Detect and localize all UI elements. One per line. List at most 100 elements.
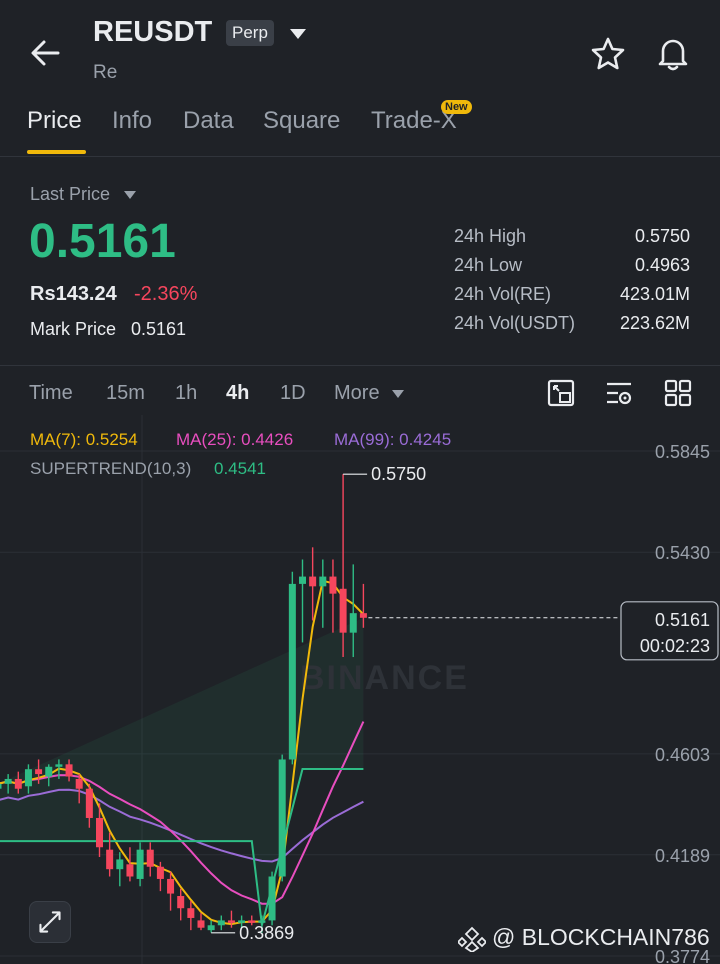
candle-body xyxy=(106,849,114,870)
candle-body xyxy=(288,583,296,760)
candle-body xyxy=(359,613,367,618)
candle-body xyxy=(177,896,185,909)
last-price-label[interactable]: Last Price xyxy=(30,184,110,205)
low-marker-label: 0.3869 xyxy=(239,923,294,943)
candle-body xyxy=(116,859,124,870)
ma25-readout[interactable]: MA(25): 0.4426 xyxy=(176,430,293,450)
candle-body xyxy=(227,920,235,923)
candlestick-chart[interactable]: 0.58450.54300.46030.41890.3774 BINANCE 0… xyxy=(0,415,720,964)
timeframe-1h[interactable]: 1h xyxy=(175,382,197,405)
timeframe-1d[interactable]: 1D xyxy=(280,382,306,405)
y-tick-label: 0.5430 xyxy=(655,543,710,563)
ma7-readout[interactable]: MA(7): 0.5254 xyxy=(30,430,138,450)
stat-value-high: 0.5750 xyxy=(634,226,690,246)
tab-price[interactable]: Price xyxy=(27,107,82,135)
candle-body xyxy=(85,788,93,818)
more-dropdown-icon[interactable] xyxy=(390,388,406,400)
tab-info[interactable]: Info xyxy=(112,107,152,135)
candle-body xyxy=(24,769,32,787)
timeframe-time[interactable]: Time xyxy=(29,382,73,405)
binance-logo-icon xyxy=(458,926,486,952)
perp-badge: Perp xyxy=(226,20,274,46)
candle xyxy=(167,871,175,911)
ma99-readout[interactable]: MA(99): 0.4245 xyxy=(334,430,451,450)
tabs-divider xyxy=(0,156,720,157)
chart-fullscreen-icon[interactable] xyxy=(546,378,576,408)
candle-body xyxy=(217,920,225,926)
candle-body xyxy=(207,925,215,931)
current-price-label: 0.5161 xyxy=(655,610,710,630)
last-price-value: 0.5161 xyxy=(29,215,176,268)
favorite-star-icon[interactable] xyxy=(590,36,626,72)
candle xyxy=(177,888,185,921)
stat-label-vol-base: 24h Vol(RE) xyxy=(454,284,552,304)
candle xyxy=(309,547,317,621)
candle-body xyxy=(136,849,144,879)
ticker-divider xyxy=(0,365,720,366)
candle-body xyxy=(126,864,134,877)
candle xyxy=(146,842,154,877)
symbol-dropdown-icon[interactable] xyxy=(288,26,308,42)
candle xyxy=(187,900,195,931)
mark-price-value: 0.5161 xyxy=(131,319,187,339)
candle xyxy=(207,920,215,933)
last-price-dropdown-icon[interactable] xyxy=(122,189,138,201)
candle-body xyxy=(0,783,2,789)
tab-data[interactable]: Data xyxy=(183,107,234,135)
candle-body xyxy=(329,576,337,594)
price-change-percent: -2.36% xyxy=(134,283,198,305)
candle-body xyxy=(309,576,317,587)
candle-body xyxy=(55,764,63,767)
candle-body xyxy=(96,817,103,848)
symbol-subtitle: Re xyxy=(93,62,118,83)
stat-value-low: 0.4963 xyxy=(634,255,690,275)
candle xyxy=(136,842,144,887)
candle xyxy=(227,910,235,928)
indicator-settings-icon[interactable] xyxy=(604,378,634,408)
local-currency-price: Rs143.24 xyxy=(30,283,117,305)
exchange-watermark: BINANCE xyxy=(300,659,469,697)
new-badge: New xyxy=(441,100,472,114)
symbol-title[interactable]: REUSDT xyxy=(93,16,212,49)
candle-body xyxy=(197,920,205,928)
timeframe-15m[interactable]: 15m xyxy=(106,382,145,405)
candle-body xyxy=(156,866,164,879)
alert-bell-icon[interactable] xyxy=(654,34,692,72)
stat-label-vol-quote: 24h Vol(USDT) xyxy=(454,313,576,333)
back-arrow-icon[interactable] xyxy=(28,36,64,70)
candle xyxy=(217,915,225,931)
candle-body xyxy=(167,878,175,894)
candle xyxy=(278,754,286,882)
candle-body xyxy=(187,908,195,918)
candle-body xyxy=(4,778,12,784)
candle-body xyxy=(65,764,73,777)
timeframe-4h[interactable]: 4h xyxy=(226,382,249,405)
candle-body xyxy=(268,876,276,921)
expand-chart-icon[interactable] xyxy=(29,901,71,943)
supertrend-label[interactable]: SUPERTREND(10,3) xyxy=(30,459,191,479)
watermark-handle: @ BLOCKCHAIN786 xyxy=(492,924,710,950)
y-tick-label: 0.5845 xyxy=(655,442,710,462)
layout-grid-icon[interactable] xyxy=(663,378,693,408)
candle-body xyxy=(35,769,43,775)
supertrend-value: 0.4541 xyxy=(214,459,266,478)
candle-body xyxy=(299,576,306,584)
high-marker-label: 0.5750 xyxy=(371,464,426,484)
candle xyxy=(126,847,134,882)
candle xyxy=(116,852,124,887)
stat-label-high: 24h High xyxy=(454,226,527,246)
stat-label-low: 24h Low xyxy=(454,255,523,275)
candle xyxy=(329,559,337,633)
candle xyxy=(268,871,276,926)
timeframe-more[interactable]: More xyxy=(334,382,380,405)
candle-countdown: 00:02:23 xyxy=(640,636,710,656)
candle-body xyxy=(339,588,347,633)
candle-body xyxy=(319,576,327,587)
y-tick-label: 0.4189 xyxy=(655,846,710,866)
candle xyxy=(197,913,205,931)
tab-square[interactable]: Square xyxy=(263,107,340,135)
candle-body xyxy=(349,613,357,633)
active-tab-indicator xyxy=(27,150,86,154)
candle xyxy=(299,559,306,643)
stat-value-vol-base: 423.01M xyxy=(619,284,690,304)
